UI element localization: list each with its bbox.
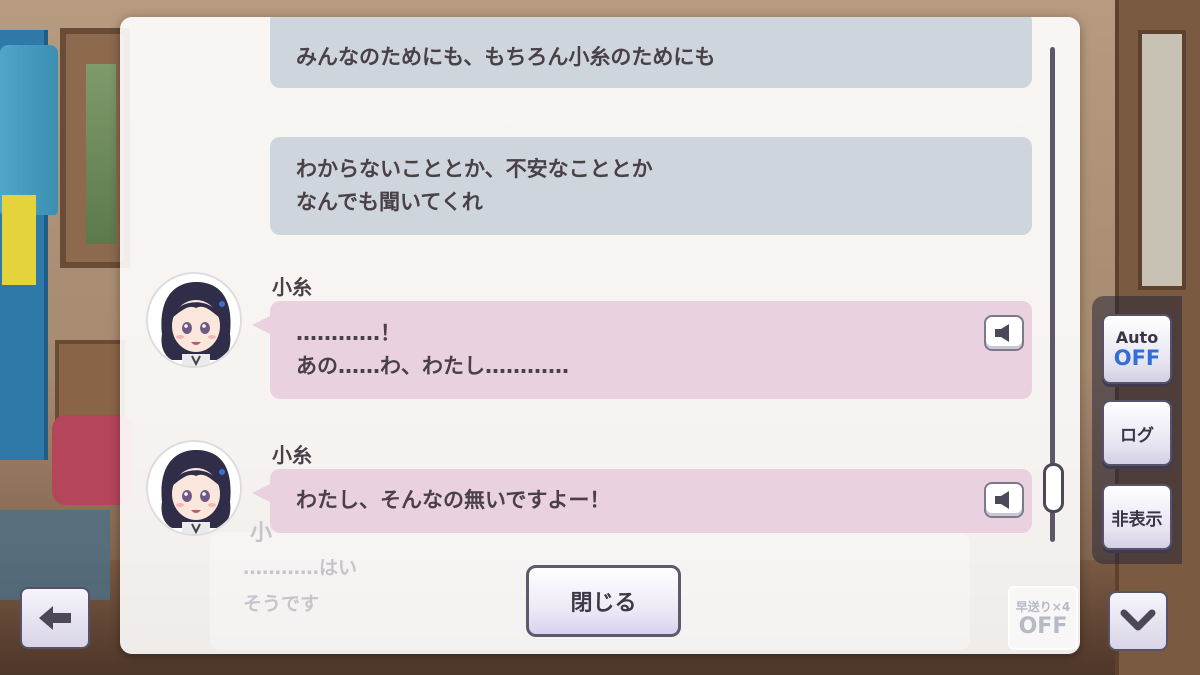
speaker-icon (995, 491, 1009, 509)
auto-state: OFF (1113, 346, 1161, 370)
log-label: ログ (1120, 425, 1154, 446)
fast-forward-state: OFF (1018, 613, 1068, 639)
voice-replay-button[interactable] (984, 315, 1024, 351)
hide-label: 非表示 (1111, 509, 1163, 530)
log-entry-narration: わからないこととか、不安なこととか なんでも聞いてくれ (270, 137, 1032, 235)
log-line: …………！ (296, 321, 401, 345)
log-entry-narration: みんなのためにも、もちろん小糸のためにも (270, 17, 1032, 88)
fast-forward-toggle[interactable]: 早送り×4 OFF (1008, 586, 1078, 650)
backlog-modal: …………はい そうです 小 みんなのためにも、もちろん小糸のためにも わからない… (120, 17, 1080, 654)
advance-button[interactable] (1108, 591, 1168, 651)
character-avatar (146, 272, 242, 368)
voice-replay-button[interactable] (984, 482, 1024, 518)
hide-ui-button[interactable]: 非表示 (1102, 484, 1172, 550)
back-button[interactable] (20, 587, 90, 649)
backlog-list[interactable]: みんなのためにも、もちろん小糸のためにも わからないこととか、不安なこととか な… (120, 17, 1050, 557)
close-button[interactable]: 閉じる (526, 565, 681, 637)
log-entry-speech: わたし、そんなの無いですよー！ (252, 469, 1032, 533)
auto-label: Auto (1115, 328, 1159, 347)
log-line: みんなのためにも、もちろん小糸のためにも (296, 45, 716, 69)
auto-toggle-button[interactable]: Auto OFF (1102, 314, 1172, 384)
chevron-down-icon (1120, 609, 1156, 631)
underlying-dialog-line-2: そうです (243, 593, 320, 615)
underlying-dialog-line-1: …………はい (243, 557, 358, 579)
character-portrait-icon (148, 442, 240, 534)
log-line: わたし、そんなの無いですよー！ (296, 488, 611, 512)
left-arrow-icon (39, 606, 71, 630)
hanging-jacket (0, 45, 58, 215)
fast-forward-label: 早送り×4 (1015, 599, 1071, 614)
log-line: なんでも聞いてくれ (296, 190, 483, 214)
character-avatar (146, 440, 242, 536)
speaker-name: 小糸 (272, 275, 312, 299)
log-line: わからないこととか、不安なこととか (296, 157, 653, 181)
log-line: あの……わ、わたし………… (296, 354, 569, 378)
speaker-name: 小糸 (272, 443, 312, 467)
speaker-icon (995, 324, 1009, 342)
scrollbar-thumb[interactable] (1043, 463, 1064, 513)
log-entry-speech: …………！ あの……わ、わたし………… (252, 301, 1032, 399)
door-glass (1138, 30, 1186, 290)
wall-poster (2, 195, 36, 285)
log-button[interactable]: ログ (1102, 400, 1172, 466)
character-portrait-icon (148, 274, 240, 366)
